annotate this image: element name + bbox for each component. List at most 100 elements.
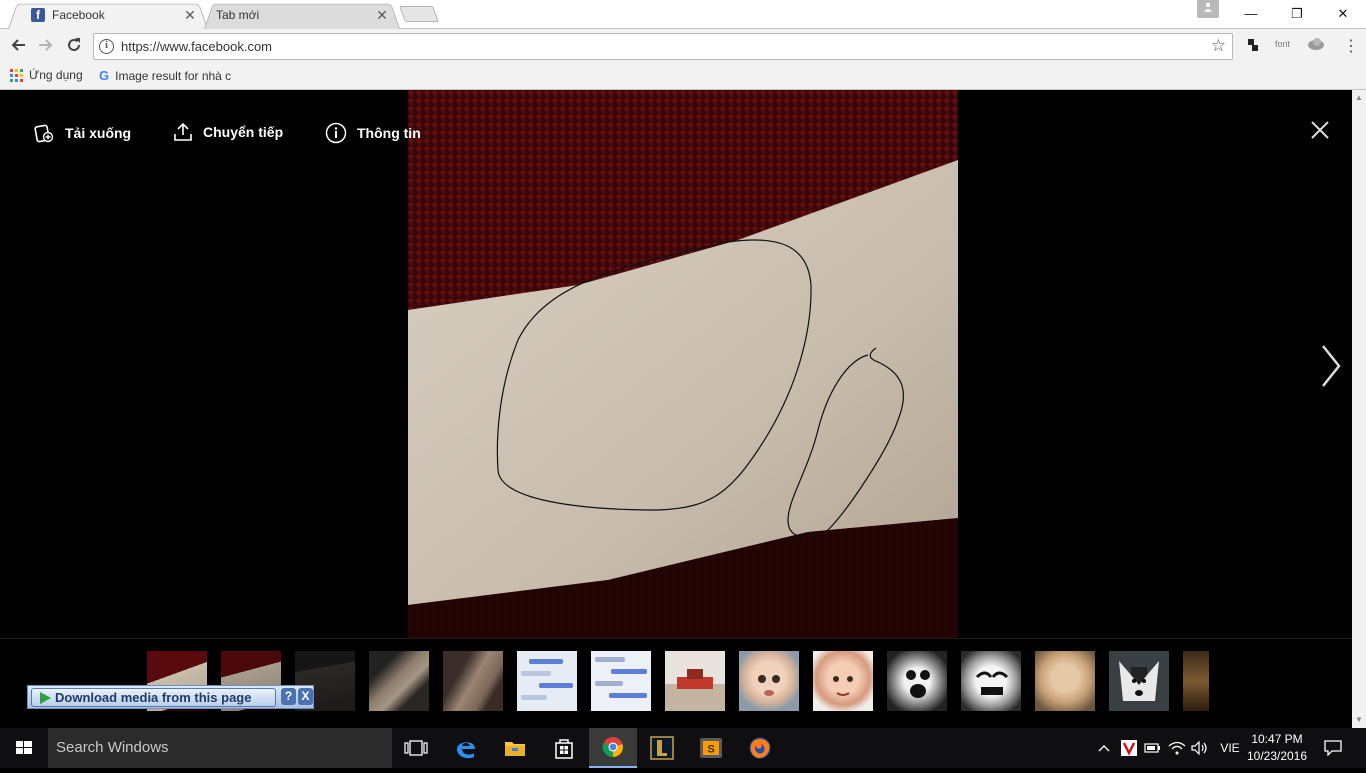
- scroll-up-icon[interactable]: ▲: [1355, 93, 1363, 102]
- league-icon: [650, 736, 674, 760]
- page-info-icon[interactable]: i: [99, 39, 114, 54]
- thumbnail[interactable]: [1109, 651, 1169, 711]
- info-label: Thông tin: [357, 125, 421, 141]
- thumbnail[interactable]: [1183, 651, 1209, 711]
- tab-title: Facebook: [52, 8, 105, 22]
- download-button[interactable]: Tải xuống: [33, 122, 131, 144]
- bookmark-star-icon[interactable]: ☆: [1211, 36, 1226, 56]
- antivirus-tray-icon[interactable]: [1118, 728, 1140, 768]
- clock-date: 10/23/2016: [1246, 749, 1308, 763]
- taskbar-search-box[interactable]: Search Windows: [48, 728, 392, 768]
- apps-grid-icon: [10, 68, 23, 82]
- task-view-button[interactable]: [392, 728, 440, 768]
- forward-share-button[interactable]: Chuyển tiếp: [173, 122, 283, 142]
- show-hidden-icons-button[interactable]: [1094, 728, 1114, 768]
- close-toolbar-button[interactable]: X: [298, 688, 313, 705]
- thumbnail[interactable]: [739, 651, 799, 711]
- photo-viewer: Tải xuống Chuyển tiếp Thông tin: [0, 90, 1352, 728]
- play-icon: [40, 691, 51, 704]
- reload-icon: [68, 38, 80, 51]
- google-icon: G: [99, 68, 110, 83]
- thumbnail[interactable]: [961, 651, 1021, 711]
- file-explorer-button[interactable]: [491, 728, 539, 768]
- bookmark-image-result[interactable]: G Image result for nhà c: [99, 68, 231, 83]
- back-button[interactable]: [7, 36, 29, 58]
- thumbnail[interactable]: [443, 651, 503, 711]
- wifi-icon[interactable]: [1166, 728, 1188, 768]
- chrome-icon: [602, 737, 623, 758]
- folder-icon: [505, 742, 525, 756]
- notification-icon: [1324, 740, 1342, 756]
- sublime-icon: S: [700, 738, 722, 758]
- address-bar[interactable]: i https://www.facebook.com ☆: [93, 33, 1233, 60]
- battery-icon[interactable]: [1142, 728, 1164, 768]
- menu-icon[interactable]: ⋮: [1343, 36, 1359, 56]
- info-button[interactable]: Thông tin: [325, 122, 421, 144]
- tab-close-icon[interactable]: ✕: [374, 7, 390, 24]
- thumbnail[interactable]: [887, 651, 947, 711]
- start-button[interactable]: [0, 728, 48, 768]
- thumbnail[interactable]: [517, 651, 577, 711]
- address-url[interactable]: https://www.facebook.com: [121, 39, 272, 54]
- windows-logo-icon: [16, 741, 32, 754]
- edge-button[interactable]: [442, 728, 490, 768]
- input-language-indicator[interactable]: VIE: [1215, 728, 1245, 768]
- tab-facebook[interactable]: f Facebook ✕: [8, 1, 208, 29]
- profile-icon[interactable]: [1197, 0, 1219, 18]
- back-arrow-icon: [11, 39, 25, 51]
- chrome-button[interactable]: [589, 728, 637, 768]
- task-view-icon: [404, 740, 428, 756]
- next-photo-button[interactable]: [1320, 344, 1342, 393]
- thumbnail[interactable]: [665, 651, 725, 711]
- store-button[interactable]: [540, 728, 588, 768]
- tab-new-tab[interactable]: Tab mới ✕: [204, 1, 400, 29]
- download-media-label: Download media from this page: [55, 690, 252, 705]
- page-scrollbar[interactable]: ▲ ▼: [1352, 90, 1366, 728]
- volume-icon[interactable]: [1189, 728, 1211, 768]
- close-icon: [1311, 121, 1329, 139]
- thumbnail[interactable]: [591, 651, 651, 711]
- svg-text:S: S: [707, 744, 714, 756]
- minimize-button[interactable]: —: [1228, 0, 1274, 28]
- close-viewer-button[interactable]: [1310, 120, 1330, 145]
- league-of-legends-button[interactable]: [638, 728, 686, 768]
- download-media-toolbar: Download media from this page ? X: [27, 685, 314, 709]
- thumbnail[interactable]: [813, 651, 873, 711]
- forward-arrow-icon: [39, 39, 53, 51]
- tab-title: Tab mới: [216, 8, 260, 22]
- tab-close-icon[interactable]: ✕: [182, 7, 198, 24]
- forward-button[interactable]: [35, 36, 57, 58]
- forward-label: Chuyển tiếp: [203, 124, 284, 140]
- help-button[interactable]: ?: [281, 688, 296, 705]
- new-tab-button[interactable]: [399, 6, 439, 22]
- cloud-extension-icon[interactable]: [1307, 37, 1325, 54]
- store-bag-icon: [555, 739, 573, 759]
- bookmark-apps[interactable]: Ứng dụng: [10, 68, 83, 82]
- chevron-right-icon: [1322, 345, 1341, 387]
- scroll-down-icon[interactable]: ▼: [1355, 715, 1363, 724]
- sublime-text-button[interactable]: S: [687, 728, 735, 768]
- extension-icon[interactable]: [1246, 37, 1260, 56]
- chevron-up-icon: [1098, 745, 1110, 752]
- browser-toolbar: i https://www.facebook.com ☆ font ⋮: [0, 29, 1366, 64]
- windows-taskbar: Search Windows S VIE 10:47 PM 10/23/2016: [0, 728, 1366, 768]
- font-extension-icon[interactable]: font: [1275, 39, 1290, 49]
- thumbnail[interactable]: [1035, 651, 1095, 711]
- facebook-favicon-icon: f: [31, 8, 45, 22]
- restore-button[interactable]: ❐: [1274, 0, 1320, 28]
- thumbnail-strip: [0, 638, 1352, 728]
- bookmark-label: Image result for nhà c: [115, 68, 232, 83]
- taskbar-clock[interactable]: 10:47 PM 10/23/2016: [1246, 731, 1308, 765]
- share-icon: [174, 122, 192, 141]
- action-center-button[interactable]: [1318, 728, 1348, 768]
- download-media-button[interactable]: Download media from this page: [31, 688, 276, 707]
- thumbnail[interactable]: [369, 651, 429, 711]
- download-label: Tải xuống: [65, 125, 132, 141]
- bookmarks-bar: Ứng dụng G Image result for nhà c: [0, 64, 1366, 90]
- photo-image: [408, 90, 958, 638]
- reload-button[interactable]: [63, 36, 85, 58]
- firefox-icon: [749, 737, 771, 759]
- window-close-button[interactable]: ✕: [1320, 0, 1366, 28]
- clock-time: 10:47 PM: [1251, 732, 1303, 746]
- firefox-button[interactable]: [736, 728, 784, 768]
